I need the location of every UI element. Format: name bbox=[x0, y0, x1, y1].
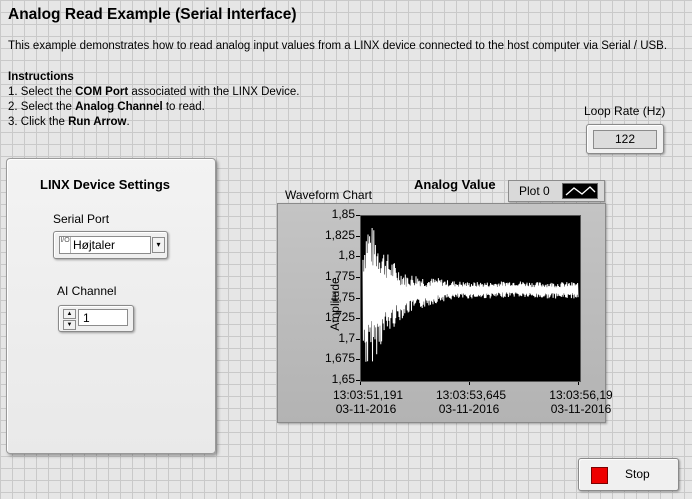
serial-port-select[interactable]: I/O Højtaler ▾ bbox=[53, 231, 168, 259]
io-tag-icon: I/O bbox=[60, 237, 71, 253]
stop-button[interactable]: Stop bbox=[578, 458, 679, 491]
instruction-text: . bbox=[126, 116, 130, 128]
loop-rate-indicator: 122 bbox=[586, 124, 664, 154]
chart-header: Analog Value bbox=[414, 177, 496, 192]
decrement-arrow-icon[interactable]: ▼ bbox=[63, 320, 76, 330]
instruction-text: 3. Click the bbox=[8, 116, 69, 128]
plot-legend[interactable]: Plot 0 bbox=[508, 180, 605, 202]
y-tick-label: 1,825 bbox=[324, 227, 355, 242]
ai-channel-stepper[interactable]: ▲ ▼ 1 bbox=[58, 305, 134, 332]
x-tick-time: 13:03:51,191 bbox=[333, 388, 404, 402]
instruction-bold: COM Port bbox=[75, 86, 129, 98]
stepper-arrows[interactable]: ▲ ▼ bbox=[63, 309, 76, 330]
instructions-heading: Instructions bbox=[8, 71, 74, 83]
linx-settings-title: LINX Device Settings bbox=[40, 177, 171, 192]
x-tick-label: 13:03:51,191 03-11-2016 bbox=[333, 388, 404, 416]
y-tick-label: 1,675 bbox=[324, 351, 355, 366]
waveform-svg bbox=[362, 227, 579, 362]
x-tick-label: 13:03:56,19 03-11-2016 bbox=[548, 388, 614, 416]
ai-channel-input[interactable]: 1 bbox=[78, 309, 128, 326]
chevron-down-icon[interactable]: ▾ bbox=[152, 237, 165, 253]
loop-rate-label: Loop Rate (Hz) bbox=[584, 104, 666, 118]
x-tick-date: 03-11-2016 bbox=[438, 402, 500, 416]
instruction-bold: Run Arrow bbox=[68, 116, 127, 128]
plot-0-line bbox=[362, 227, 579, 362]
serial-port-field[interactable]: I/O Højtaler bbox=[59, 236, 151, 254]
ai-channel-label: AI Channel bbox=[57, 284, 117, 298]
page-description: This example demonstrates how to read an… bbox=[8, 40, 668, 52]
y-tick-label: 1,85 bbox=[331, 207, 355, 221]
serial-port-value: Højtaler bbox=[73, 238, 116, 252]
x-tick-date: 03-11-2016 bbox=[335, 402, 397, 416]
stop-square-icon bbox=[591, 467, 608, 484]
stop-label: Stop bbox=[625, 467, 650, 481]
page-title: Analog Read Example (Serial Interface) bbox=[8, 6, 297, 23]
increment-arrow-icon[interactable]: ▲ bbox=[63, 309, 76, 319]
x-tick-time: 13:03:53,645 bbox=[436, 388, 507, 402]
instruction-item: 1. Select the COM Port associated with t… bbox=[8, 85, 299, 100]
instruction-item: 2. Select the Analog Channel to read. bbox=[8, 100, 299, 115]
y-tick-label: 1,75 bbox=[331, 289, 355, 304]
loop-rate-value: 122 bbox=[593, 130, 657, 149]
instruction-text: 1. Select the bbox=[8, 86, 76, 98]
instruction-text: 2. Select the bbox=[8, 101, 76, 113]
y-tick-label: 1,8 bbox=[338, 248, 355, 263]
chart-caption: Waveform Chart bbox=[285, 188, 372, 202]
y-tick-label: 1,7 bbox=[338, 330, 355, 345]
legend-swatch-icon bbox=[562, 183, 598, 199]
y-tick-label: 1,725 bbox=[324, 310, 355, 325]
x-tick-label: 13:03:53,645 03-11-2016 bbox=[436, 388, 507, 416]
instruction-text: associated with the LINX Device. bbox=[128, 86, 300, 98]
x-tick-time: 13:03:56,19 bbox=[549, 388, 613, 402]
instruction-item: 3. Click the Run Arrow. bbox=[8, 115, 299, 130]
instruction-bold: Analog Channel bbox=[75, 101, 163, 113]
y-tick-label: 1,775 bbox=[324, 268, 355, 283]
plot-area bbox=[360, 215, 581, 382]
serial-port-label: Serial Port bbox=[53, 212, 110, 226]
y-tick-label: 1,65 bbox=[331, 372, 355, 386]
legend-label: Plot 0 bbox=[519, 184, 550, 198]
instruction-text: to read. bbox=[162, 101, 205, 113]
instructions: Instructions 1. Select the COM Port asso… bbox=[8, 70, 299, 130]
x-tick-date: 03-11-2016 bbox=[550, 402, 612, 416]
